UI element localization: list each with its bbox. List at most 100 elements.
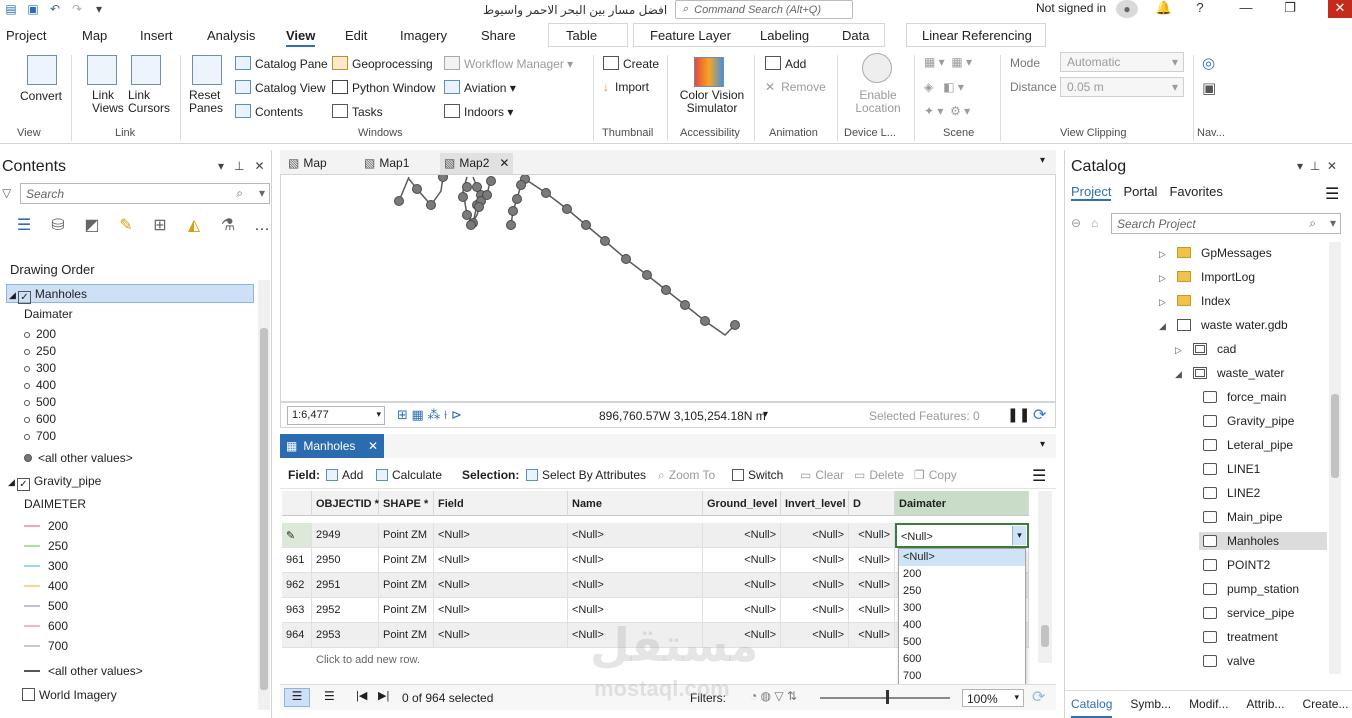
- map-view[interactable]: [280, 174, 1056, 402]
- table-cell-idx[interactable]: 962: [282, 573, 312, 598]
- tab-analysis[interactable]: Analysis: [207, 28, 255, 43]
- catalog-item[interactable]: service_pipe: [1203, 606, 1294, 620]
- map-canvas[interactable]: [281, 175, 1056, 402]
- manhole-point[interactable]: [474, 202, 484, 212]
- catalog-item[interactable]: ◢ waste_water: [1175, 366, 1284, 380]
- clipping-mode-select[interactable]: Automatic ▾: [1060, 52, 1184, 72]
- dock-tab-attributes[interactable]: Attrib...: [1246, 697, 1284, 718]
- tab-edit[interactable]: Edit: [345, 28, 367, 43]
- animation-remove-button[interactable]: ✕ Remove: [765, 80, 826, 94]
- table-cell-oid[interactable]: 2952: [312, 598, 379, 623]
- manhole-point[interactable]: [462, 182, 472, 192]
- tab-feature-layer[interactable]: Feature Layer: [650, 28, 731, 43]
- table-cell-shape[interactable]: Point ZM: [379, 598, 434, 623]
- manhole-point[interactable]: [426, 200, 436, 210]
- scene-tool-2-icon[interactable]: ◈ ◧ ▾: [924, 80, 964, 94]
- table-cell-field[interactable]: <Null>: [434, 598, 568, 623]
- table-cell-idx[interactable]: ✎: [282, 523, 312, 548]
- catalog-view-button[interactable]: Catalog View: [235, 80, 326, 95]
- undo-icon[interactable]: ↶: [48, 2, 62, 16]
- contents-button[interactable]: Contents: [235, 104, 303, 119]
- dropdown-option[interactable]: 400: [899, 617, 1025, 634]
- copy-button[interactable]: ❐ Copy: [914, 468, 957, 482]
- dock-tab-symbology[interactable]: Symb...: [1130, 697, 1171, 718]
- link-cursors-button[interactable]: Link Cursors: [128, 89, 170, 115]
- dropdown-option[interactable]: 250: [899, 583, 1025, 600]
- manhole-point[interactable]: [466, 220, 476, 230]
- dock-tab-modify[interactable]: Modif...: [1189, 697, 1228, 718]
- first-record-icon[interactable]: |◀: [356, 689, 367, 702]
- catalog-tab-project[interactable]: Project: [1071, 184, 1112, 201]
- table-cell-name[interactable]: <Null>: [568, 523, 703, 548]
- table-cell-d[interactable]: <Null>: [849, 598, 895, 623]
- link-views-button[interactable]: Link Views: [92, 89, 132, 115]
- column-header-objectid[interactable]: OBJECTID *: [312, 491, 379, 516]
- manhole-point[interactable]: [541, 188, 551, 198]
- table-cell-idx[interactable]: 964: [282, 623, 312, 648]
- table-cell-invert[interactable]: <Null>: [781, 598, 849, 623]
- clear-button[interactable]: ▭ Clear: [800, 468, 844, 482]
- catalog-item[interactable]: ▷ GpMessages: [1159, 246, 1272, 260]
- table-cell-d[interactable]: <Null>: [849, 573, 895, 598]
- expanded-icon[interactable]: ◢: [1175, 369, 1185, 380]
- data-source-icon[interactable]: ⛁: [48, 216, 68, 236]
- manhole-point[interactable]: [562, 204, 572, 214]
- pane-options-icon[interactable]: ▾ ⊥ ✕: [1297, 159, 1337, 173]
- zoom-slider-thumb[interactable]: [886, 690, 889, 704]
- python-window-button[interactable]: Python Window: [332, 80, 435, 95]
- add-field-button[interactable]: Add: [326, 468, 363, 482]
- column-header-d[interactable]: D: [849, 491, 895, 516]
- manhole-point[interactable]: [412, 184, 422, 194]
- table-cell-idx[interactable]: 961: [282, 548, 312, 573]
- tab-labeling[interactable]: Labeling: [760, 28, 809, 43]
- manhole-point[interactable]: [438, 175, 448, 182]
- drawing-order-icon[interactable]: ☰: [14, 216, 34, 236]
- labeling-icon[interactable]: ◭: [184, 216, 204, 236]
- workflow-manager-button[interactable]: Workflow Manager ▾: [444, 56, 573, 71]
- table-cell-oid[interactable]: 2953: [312, 623, 379, 648]
- switch-button[interactable]: Switch: [732, 468, 783, 482]
- map-tab-map[interactable]: ▧ Map: [284, 153, 331, 174]
- catalog-scrollbar[interactable]: [1329, 242, 1341, 674]
- dropdown-option[interactable]: 200: [899, 566, 1025, 583]
- catalog-item[interactable]: LINE1: [1203, 462, 1260, 476]
- editing-icon[interactable]: ✎: [116, 216, 136, 236]
- catalog-item[interactable]: Manholes: [1199, 532, 1328, 550]
- selection-icon[interactable]: ◩: [82, 216, 102, 236]
- animation-add-button[interactable]: Add: [765, 56, 806, 71]
- table-scrollbar[interactable]: [1038, 491, 1052, 663]
- table-cell-shape[interactable]: Point ZM: [379, 523, 434, 548]
- calculate-field-button[interactable]: Calculate: [376, 468, 442, 482]
- select-by-attributes-button[interactable]: Select By Attributes: [526, 468, 646, 482]
- catalog-menu-icon[interactable]: ☰: [1325, 184, 1339, 204]
- clipping-distance-input[interactable]: 0.05 m ▾: [1060, 77, 1184, 97]
- manhole-point[interactable]: [512, 194, 522, 204]
- table-cell-oid[interactable]: 2949: [312, 523, 379, 548]
- add-new-row[interactable]: Click to add new row.: [312, 648, 572, 673]
- chevron-down-icon[interactable]: ▾: [1040, 155, 1045, 166]
- zoom-slider-track[interactable]: [820, 697, 950, 699]
- chevron-down-icon[interactable]: ▾: [1040, 439, 1045, 450]
- color-vision-simulator-button[interactable]: Color Vision Simulator: [677, 89, 747, 115]
- bell-icon[interactable]: 🔔: [1152, 0, 1176, 18]
- tab-table[interactable]: Table: [566, 28, 597, 43]
- enable-location-button[interactable]: Enable Location: [848, 89, 908, 115]
- catalog-item[interactable]: POINT2: [1203, 558, 1270, 572]
- table-cell-field[interactable]: <Null>: [434, 548, 568, 573]
- tab-map[interactable]: Map: [82, 28, 107, 43]
- layer-gravity-pipe[interactable]: ◢ ✓ Gravity_pipe: [8, 474, 101, 491]
- catalog-item[interactable]: ◢ waste water.gdb: [1159, 318, 1288, 332]
- manhole-point[interactable]: [506, 220, 516, 230]
- more-icon[interactable]: …: [252, 216, 272, 236]
- layer-world-imagery[interactable]: World Imagery: [22, 688, 117, 702]
- contents-scrollbar[interactable]: [258, 280, 270, 710]
- dock-tab-create[interactable]: Create...: [1302, 697, 1348, 718]
- catalog-item[interactable]: Leteral_pipe: [1203, 438, 1293, 452]
- manhole-point[interactable]: [680, 300, 690, 310]
- geoprocessing-button[interactable]: Geoprocessing: [332, 56, 433, 71]
- refresh-icon[interactable]: ⟳: [1032, 687, 1045, 707]
- manhole-point[interactable]: [516, 180, 526, 190]
- filter-icon[interactable]: ▽: [2, 186, 11, 200]
- manhole-point[interactable]: [642, 270, 652, 280]
- table-cell-d[interactable]: <Null>: [849, 523, 895, 548]
